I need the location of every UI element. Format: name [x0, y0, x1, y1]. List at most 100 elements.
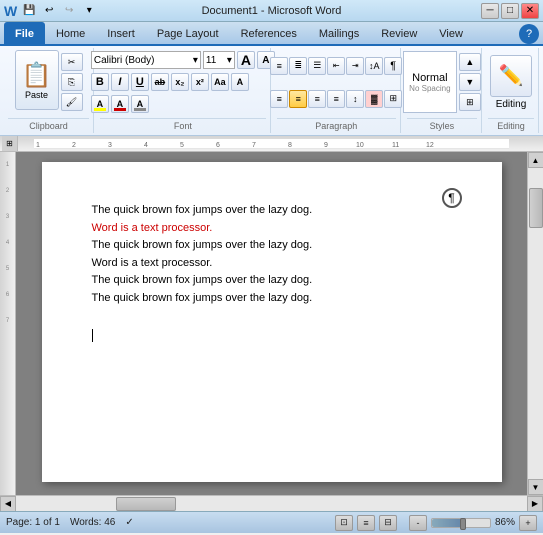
status-left: Page: 1 of 1 Words: 46 ✓: [6, 517, 134, 528]
zoom-out-button[interactable]: -: [409, 515, 427, 531]
quick-dropdown[interactable]: ▾: [81, 3, 97, 19]
shading-button[interactable]: A: [131, 95, 149, 113]
shading-para-button[interactable]: ▓: [365, 90, 383, 108]
svg-text:1: 1: [36, 142, 40, 149]
scroll-track-h[interactable]: [16, 496, 527, 511]
scroll-track-v[interactable]: [528, 168, 543, 479]
quick-undo[interactable]: ↩: [41, 3, 57, 19]
title-bar: W 💾 ↩ ↪ ▾ Document1 - Microsoft Word ─ □…: [0, 0, 543, 22]
format-painter-button[interactable]: 🖌: [61, 93, 83, 111]
svg-text:3: 3: [108, 142, 112, 149]
svg-text:4: 4: [144, 142, 148, 149]
tab-view[interactable]: View: [428, 22, 474, 44]
subscript-button[interactable]: x₂: [171, 73, 189, 91]
strikethrough-button[interactable]: ab: [151, 73, 169, 91]
numbering-button[interactable]: ≣: [289, 57, 307, 75]
align-left-button[interactable]: ≡: [270, 90, 288, 108]
zoom-in-button[interactable]: +: [519, 515, 537, 531]
maximize-button[interactable]: □: [501, 3, 519, 19]
page-info: Page: 1 of 1: [6, 517, 60, 528]
scroll-left-button[interactable]: ◀: [0, 496, 16, 512]
document-page[interactable]: ¶ The quick brown fox jumps over the laz…: [42, 162, 502, 482]
svg-text:10: 10: [356, 142, 364, 149]
multilevel-button[interactable]: ☰: [308, 57, 326, 75]
editing-button[interactable]: ✏️: [490, 55, 532, 97]
tab-page-layout[interactable]: Page Layout: [146, 22, 230, 44]
font-color-button[interactable]: A: [111, 95, 129, 113]
font-color-row: A A A: [91, 95, 275, 113]
superscript-button[interactable]: x²: [191, 73, 209, 91]
quick-redo[interactable]: ↪: [61, 3, 77, 19]
copy-button[interactable]: ⎘: [61, 73, 83, 91]
decrease-indent-button[interactable]: ⇤: [327, 57, 345, 75]
bullets-button[interactable]: ≡: [270, 57, 288, 75]
borders-button[interactable]: ⊞: [384, 90, 402, 108]
doc-line-6: The quick brown fox jumps over the lazy …: [92, 290, 452, 308]
text-highlight-button[interactable]: A: [91, 95, 109, 113]
show-hide-button[interactable]: ¶: [384, 57, 402, 75]
zoom-slider[interactable]: [431, 518, 491, 528]
svg-text:12: 12: [426, 142, 434, 149]
document-text[interactable]: The quick brown fox jumps over the lazy …: [92, 202, 452, 345]
align-right-button[interactable]: ≡: [308, 90, 326, 108]
title-bar-left: W 💾 ↩ ↪ ▾: [4, 3, 97, 19]
cut-button[interactable]: ✂: [61, 53, 83, 71]
zoom-percent: 86%: [495, 517, 515, 528]
sort-button[interactable]: ↕A: [365, 57, 383, 75]
change-case-button[interactable]: Aa: [211, 73, 229, 91]
tab-file[interactable]: File: [4, 22, 45, 44]
close-button[interactable]: ✕: [521, 3, 539, 19]
tab-insert[interactable]: Insert: [96, 22, 146, 44]
styles-scroll-up[interactable]: ▲: [459, 53, 481, 71]
align-center-button[interactable]: ≡: [289, 90, 307, 108]
view-print-button[interactable]: ⊡: [335, 515, 353, 531]
quick-save[interactable]: 💾: [21, 3, 37, 19]
paste-label: Paste: [25, 90, 48, 100]
font-format-row: B I U ab x₂ x² Aa A: [91, 73, 275, 91]
ribbon-content: 📋 Paste ✂ ⎘ 🖌 Clipboard Calibri (Body) ▾…: [0, 46, 543, 136]
tab-references[interactable]: References: [230, 22, 308, 44]
minimize-button[interactable]: ─: [481, 3, 499, 19]
paragraph-group: ≡ ≣ ☰ ⇤ ⇥ ↕A ¶ ≡ ≡ ≡ ≡ ↕ ▓ ⊞ Paragraph: [273, 48, 401, 133]
language-check-icon[interactable]: ✓: [125, 517, 133, 528]
page-container[interactable]: ¶ The quick brown fox jumps over the laz…: [16, 152, 527, 495]
bold-button[interactable]: B: [91, 73, 109, 91]
scroll-right-button[interactable]: ▶: [527, 496, 543, 512]
tab-mailings[interactable]: Mailings: [308, 22, 370, 44]
styles-expand[interactable]: ⊞: [459, 93, 481, 111]
text-cursor: [92, 329, 93, 342]
status-bar: Page: 1 of 1 Words: 46 ✓ ⊡ ≡ ⊟ - 86% +: [0, 511, 543, 533]
doc-line-2: Word is a text processor.: [92, 220, 452, 238]
line-spacing-button[interactable]: ↕: [346, 90, 364, 108]
italic-button[interactable]: I: [111, 73, 129, 91]
font-name-dropdown[interactable]: Calibri (Body) ▾: [91, 51, 201, 69]
font-group: Calibri (Body) ▾ 11 ▾ A A B I U ab x₂ x²…: [96, 48, 271, 133]
view-web-button[interactable]: ⊟: [379, 515, 397, 531]
tab-home[interactable]: Home: [45, 22, 96, 44]
view-full-button[interactable]: ≡: [357, 515, 375, 531]
styles-box[interactable]: Normal No Spacing: [403, 51, 457, 113]
tab-review[interactable]: Review: [370, 22, 428, 44]
editing-label[interactable]: Editing: [496, 99, 527, 110]
zoom-slider-thumb[interactable]: [460, 518, 466, 530]
svg-text:6: 6: [216, 142, 220, 149]
scroll-up-button[interactable]: ▲: [528, 152, 543, 168]
doc-line-3: The quick brown fox jumps over the lazy …: [92, 237, 452, 255]
vertical-scrollbar: ▲ ▼: [527, 152, 543, 495]
scroll-thumb-h[interactable]: [116, 497, 176, 511]
scroll-down-button[interactable]: ▼: [528, 479, 543, 495]
scroll-thumb-v[interactable]: [529, 188, 543, 228]
font-size-dropdown[interactable]: 11 ▾: [203, 51, 235, 69]
clear-format-button[interactable]: A: [231, 73, 249, 91]
help-button[interactable]: ?: [519, 24, 539, 44]
styles-scroll-down[interactable]: ▼: [459, 73, 481, 91]
paste-icon: 📋: [22, 61, 52, 90]
justify-button[interactable]: ≡: [327, 90, 345, 108]
ruler-corner[interactable]: ⊞: [2, 136, 18, 151]
ruler-inner: 1 2 3 4 5 6 7 8 9 10 11 12: [34, 139, 509, 149]
doc-line-4: Word is a text processor.: [92, 255, 452, 273]
grow-font-button[interactable]: A: [237, 51, 255, 69]
increase-indent-button[interactable]: ⇥: [346, 57, 364, 75]
paste-button[interactable]: 📋 Paste: [15, 50, 59, 110]
underline-button[interactable]: U: [131, 73, 149, 91]
